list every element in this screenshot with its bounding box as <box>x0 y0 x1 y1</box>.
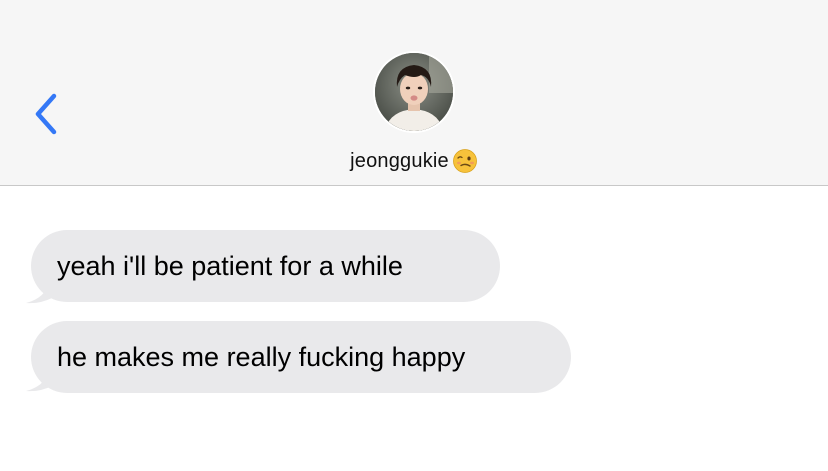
woozy-face-emoji-icon <box>452 149 477 173</box>
avatar-photo <box>375 53 453 131</box>
contact-name-row[interactable]: jeonggukie <box>0 146 828 176</box>
back-button[interactable] <box>28 92 68 136</box>
message-text: he makes me really fucking happy <box>57 342 466 372</box>
message-text: yeah i'll be patient for a while <box>57 251 403 281</box>
messages-screen: jeonggukie yeah i'll be patient for a wh… <box>0 0 828 471</box>
chevron-left-icon <box>35 93 57 135</box>
message-bubble[interactable]: yeah i'll be patient for a while <box>31 230 500 302</box>
conversation-header: jeonggukie <box>0 0 828 186</box>
message-bubble[interactable]: he makes me really fucking happy <box>31 321 571 393</box>
contact-avatar[interactable] <box>373 51 455 133</box>
contact-name: jeonggukie <box>350 149 449 172</box>
